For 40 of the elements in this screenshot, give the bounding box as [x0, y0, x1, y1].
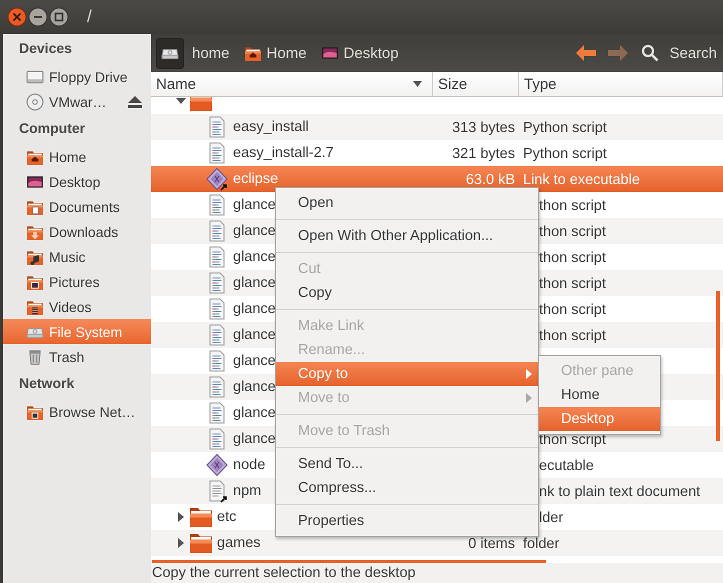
file-name: glance [233, 380, 276, 394]
file-type: lder [539, 510, 564, 526]
file-name: glance [233, 198, 276, 212]
file-name: node [233, 458, 266, 472]
file-type: nk to plain text document [539, 484, 700, 500]
section-heading: Computer [18, 119, 86, 138]
section-heading: Network [18, 374, 76, 393]
file-type: ecutable [539, 458, 594, 474]
file-size: 313 bytes [452, 120, 515, 136]
file-size: 321 bytes [452, 146, 515, 162]
file-type: thon script [539, 302, 606, 318]
file-name: glance [233, 250, 276, 264]
file-name: glance [233, 224, 276, 238]
file-name: easy_install-2.7 [233, 146, 334, 160]
file-size: 63.0 kB [466, 172, 515, 188]
file-name: glance [233, 302, 276, 316]
file-type: thon script [539, 432, 606, 448]
file-type: thon script [539, 328, 606, 344]
file-name: etc [217, 510, 236, 524]
window-title: / [87, 7, 92, 27]
file-type: thon script [539, 224, 606, 240]
file-size: 0 items [468, 536, 515, 552]
file-type: thon script [539, 276, 606, 292]
file-type: folder [523, 536, 560, 552]
file-name: eclipse [233, 172, 278, 186]
section-heading: Devices [18, 39, 73, 58]
file-name: games [217, 536, 261, 550]
file-type: thon script [539, 198, 606, 214]
file-name: glance [233, 328, 276, 342]
file-type: Python script [523, 120, 607, 136]
file-name: npm [233, 484, 262, 498]
file-type: Python script [523, 146, 607, 162]
file-type: thon script [539, 250, 606, 266]
status-text: Copy the current selection to the desktop [152, 565, 416, 581]
file-name: glance [233, 276, 276, 290]
file-name: glance [233, 432, 276, 446]
file-name: glance [233, 406, 276, 420]
file-name: glance [233, 354, 276, 368]
file-name: easy_install [233, 120, 309, 134]
file-type: Link to executable [523, 172, 640, 188]
